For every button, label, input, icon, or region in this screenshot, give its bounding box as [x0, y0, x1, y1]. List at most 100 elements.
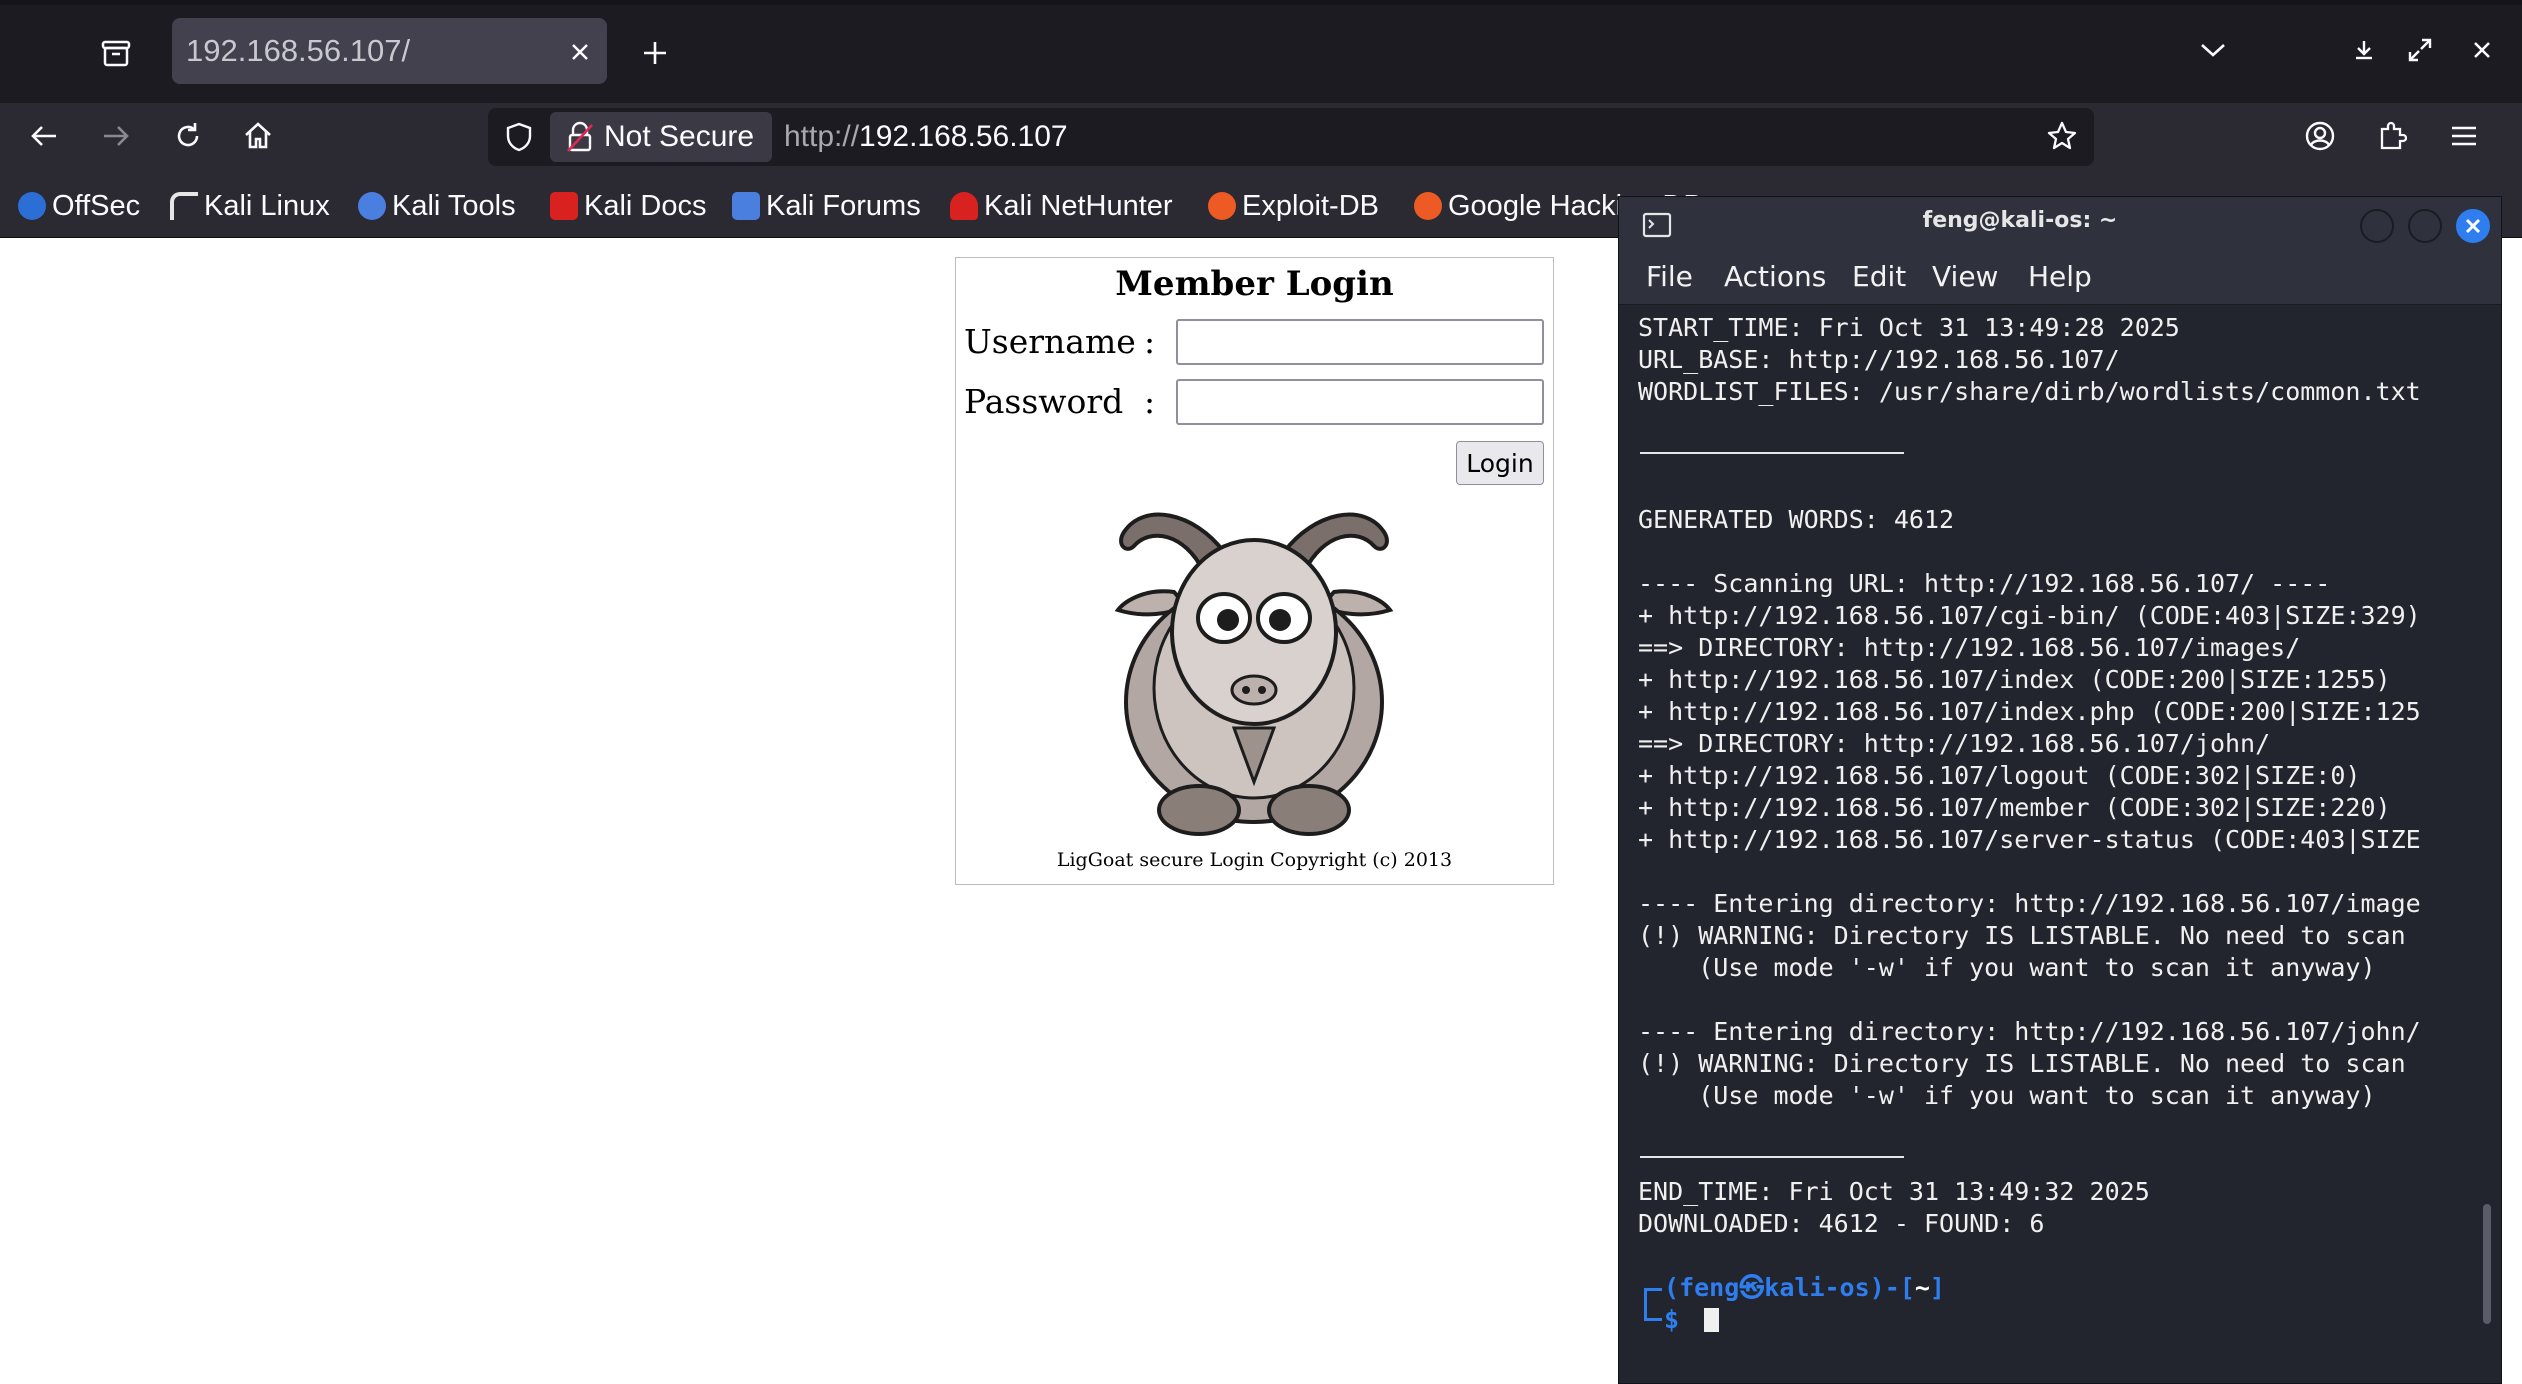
bookmark-exploit-db[interactable]: Exploit-DB — [1208, 186, 1379, 226]
close-icon — [2465, 218, 2481, 234]
copyright-text: LigGoat secure Login Copyright (c) 2013 — [1056, 849, 1453, 871]
tab-title: 192.168.56.107/ — [186, 33, 411, 68]
terminal-minimize-button[interactable] — [2360, 209, 2394, 243]
output-line: URL_BASE: http://192.168.56.107/ — [1638, 345, 2120, 374]
url-scheme: http:// — [784, 120, 860, 153]
kali-dragon-icon — [170, 192, 198, 220]
kali-tools-icon — [358, 192, 386, 220]
output-line: + http://192.168.56.107/index.php (CODE:… — [1638, 697, 2421, 726]
password-field[interactable] — [1176, 379, 1544, 425]
bookmark-label: Kali Linux — [204, 189, 330, 222]
bookmark-label: Kali NetHunter — [984, 189, 1173, 222]
prompt-symbol: $ — [1664, 1305, 1680, 1332]
terminal-output[interactable]: START_TIME: Fri Oct 31 13:49:28 2025 URL… — [1638, 312, 2486, 1332]
output-line: + http://192.168.56.107/cgi-bin/ (CODE:4… — [1638, 601, 2421, 630]
bookmark-kali-tools[interactable]: Kali Tools — [358, 186, 516, 226]
password-colon: : — [1144, 382, 1156, 421]
minimize-icon[interactable] — [2346, 32, 2382, 68]
terminal-title: feng@kali-os: ~ — [1922, 208, 2118, 233]
back-icon[interactable] — [24, 116, 64, 156]
tab-close-icon[interactable] — [562, 34, 598, 70]
prompt-directory: ~ — [1914, 1273, 1930, 1302]
output-line: ==> DIRECTORY: http://192.168.56.107/joh… — [1638, 729, 2271, 758]
prompt-user: feng — [1679, 1273, 1740, 1302]
bookmark-kali-forums[interactable]: Kali Forums — [732, 186, 921, 226]
output-line: GENERATED WORDS: 4612 — [1638, 505, 1955, 534]
prompt-paren: ( — [1664, 1273, 1680, 1302]
menu-help[interactable]: Help — [2028, 260, 2092, 293]
login-button[interactable]: Login — [1456, 441, 1544, 485]
goat-logo-image — [1114, 512, 1394, 836]
terminal-close-button[interactable] — [2456, 209, 2490, 243]
bookmark-star-icon[interactable] — [2042, 116, 2082, 156]
tab-strip-top — [0, 0, 2522, 5]
username-label: Username — [964, 322, 1136, 361]
menu-actions[interactable]: Actions — [1724, 260, 1826, 293]
output-line: ==> DIRECTORY: http://192.168.56.107/ima… — [1638, 633, 2301, 662]
terminal-maximize-button[interactable] — [2408, 209, 2442, 243]
bookmark-label: OffSec — [52, 189, 141, 222]
bookmark-kali-nethunter[interactable]: Kali NetHunter — [950, 186, 1173, 226]
output-line: + http://192.168.56.107/logout (CODE:302… — [1638, 761, 2361, 790]
account-icon[interactable] — [2300, 116, 2340, 156]
bookmark-label: Exploit-DB — [1242, 189, 1379, 222]
bookmark-label: Kali Docs — [584, 189, 707, 222]
output-line: + http://192.168.56.107/server-status (C… — [1638, 825, 2421, 854]
output-line: START_TIME: Fri Oct 31 13:49:28 2025 — [1638, 313, 2180, 342]
tracking-protection-shield-icon[interactable] — [500, 118, 538, 156]
bookmark-offsec[interactable]: OffSec — [18, 186, 140, 226]
output-line: ---- Entering directory: http://192.168.… — [1638, 889, 2421, 918]
reload-icon[interactable] — [168, 116, 208, 156]
bookmark-kali-docs[interactable]: Kali Docs — [550, 186, 707, 226]
menu-file[interactable]: File — [1646, 260, 1693, 293]
window-close-icon[interactable] — [2464, 32, 2500, 68]
separator-line — [1640, 452, 1904, 454]
bookmark-label: Kali Forums — [766, 189, 921, 222]
kali-nethunter-icon — [950, 192, 978, 220]
output-line: ---- Entering directory: http://192.168.… — [1638, 1017, 2421, 1046]
output-line: (!) WARNING: Directory IS LISTABLE. No n… — [1638, 1049, 2406, 1078]
output-line: + http://192.168.56.107/index (CODE:200|… — [1638, 665, 2391, 694]
terminal-icon — [1640, 210, 1674, 240]
password-label: Password — [964, 382, 1124, 421]
cursor — [1704, 1308, 1719, 1332]
forward-icon[interactable] — [96, 116, 136, 156]
new-tab-icon[interactable] — [634, 32, 676, 74]
shell-prompt: (feng㉿kali-os)-[~] — [1664, 1272, 1945, 1304]
output-line: (Use mode '-w' if you want to scan it an… — [1638, 953, 2376, 982]
google-hacking-db-icon — [1414, 192, 1442, 220]
menu-edit[interactable]: Edit — [1852, 260, 1906, 293]
username-field[interactable] — [1176, 319, 1544, 365]
bookmark-kali-linux[interactable]: Kali Linux — [170, 186, 330, 226]
prompt-separator: )-[ — [1869, 1273, 1915, 1302]
output-line: ---- Scanning URL: http://192.168.56.107… — [1638, 569, 2331, 598]
output-line: WORDLIST_FILES: /usr/share/dirb/wordlist… — [1638, 377, 2421, 406]
output-line: (!) WARNING: Directory IS LISTABLE. No n… — [1638, 921, 2406, 950]
url-host: 192.168.56.107 — [859, 120, 1068, 153]
kali-forums-icon — [732, 192, 760, 220]
terminal-scrollbar[interactable] — [2483, 1204, 2491, 1324]
menu-view[interactable]: View — [1932, 260, 1998, 293]
offsec-icon — [18, 192, 46, 220]
output-line: END_TIME: Fri Oct 31 13:49:32 2025 — [1638, 1177, 2150, 1206]
menu-icon[interactable] — [2444, 116, 2484, 156]
extensions-icon[interactable] — [2372, 116, 2412, 156]
output-line: DOWNLOADED: 4612 - FOUND: 6 — [1638, 1209, 2045, 1238]
prompt-at: ㉿ — [1739, 1273, 1765, 1302]
chevron-down-icon[interactable] — [2192, 32, 2234, 68]
maximize-icon[interactable] — [2402, 32, 2438, 68]
output-line: (Use mode '-w' if you want to scan it an… — [1638, 1081, 2376, 1110]
url-text[interactable]: http://192.168.56.107 — [784, 116, 1068, 158]
prompt-corner-bottom — [1644, 1318, 1662, 1321]
separator-line — [1640, 1156, 1904, 1158]
home-icon[interactable] — [238, 116, 278, 156]
tab-list-icon[interactable] — [96, 34, 136, 74]
exploit-db-icon — [1208, 192, 1236, 220]
bookmark-label: Kali Tools — [392, 189, 516, 222]
prompt-bracket: ] — [1929, 1273, 1945, 1302]
prompt-corner — [1644, 1288, 1662, 1320]
output-line: + http://192.168.56.107/member (CODE:302… — [1638, 793, 2391, 822]
prompt-host: kali-os — [1764, 1273, 1870, 1302]
username-colon: : — [1144, 322, 1156, 361]
insecure-lock-icon — [562, 118, 598, 156]
